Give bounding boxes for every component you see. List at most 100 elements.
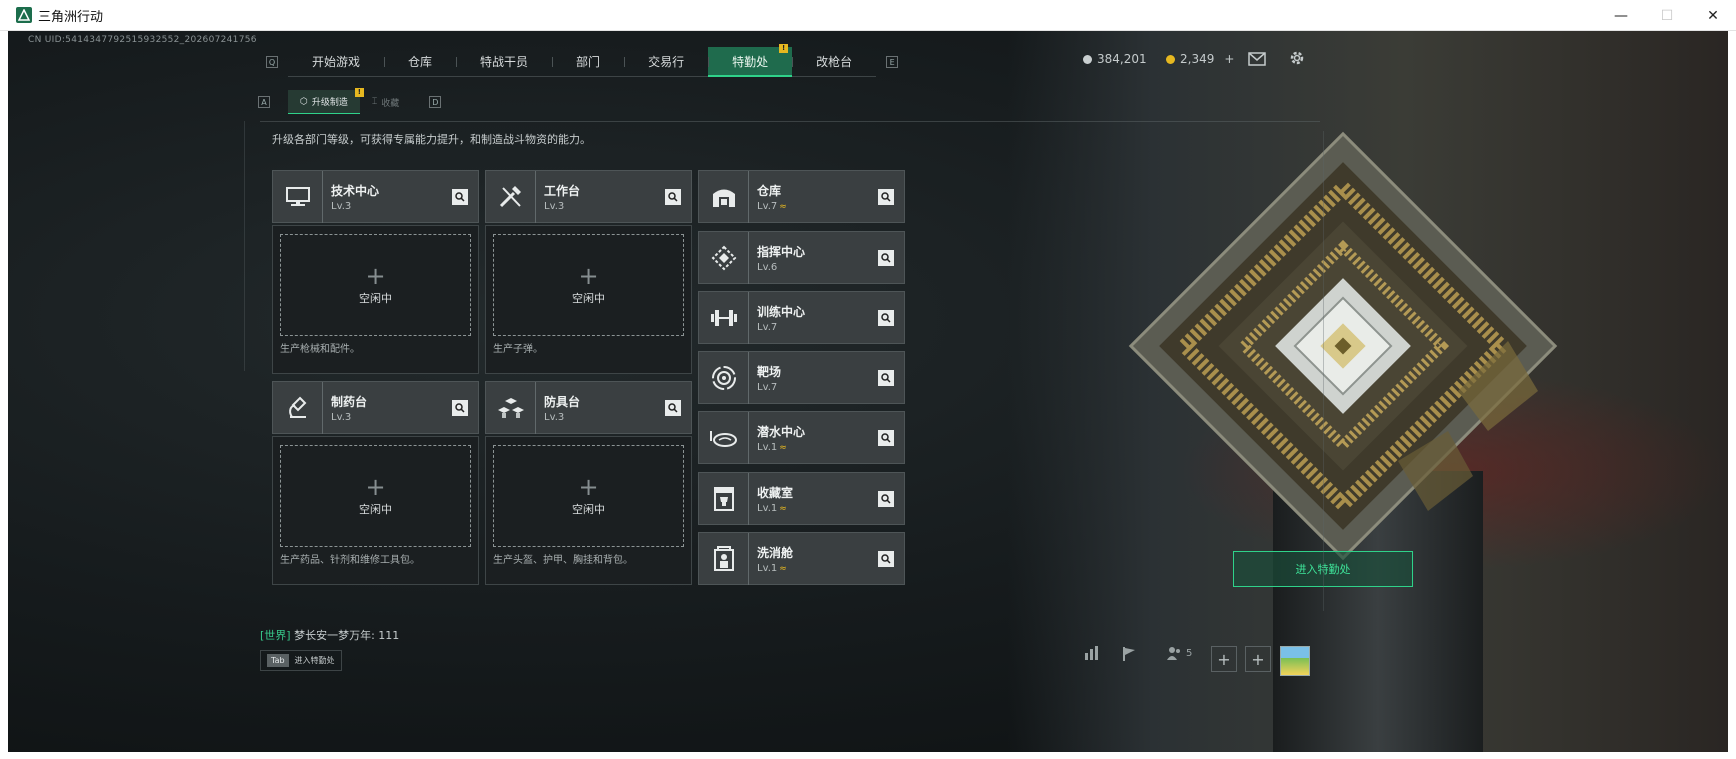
tools-icon (486, 171, 536, 223)
upgrade-available-icon: ≈ (779, 564, 787, 574)
search-icon[interactable] (665, 400, 681, 416)
coin-icon (1083, 54, 1092, 64)
maximize-button[interactable]: ☐ (1644, 0, 1690, 31)
department-card-decontamination[interactable]: 洗消舱 Lv.1 ≈ (698, 532, 905, 585)
sub-prev-key[interactable]: A (258, 96, 270, 108)
upgrade-available-icon: ≈ (779, 504, 787, 514)
department-card-training-center[interactable]: 训练中心 Lv.7 (698, 291, 905, 344)
department-card-command-center[interactable]: 指挥中心 Lv.6 (698, 231, 905, 284)
idle-slot[interactable]: + 空闲中 (280, 445, 471, 547)
subtab-collection[interactable]: ⌶ 收藏 (360, 90, 411, 114)
team-count: 5 (1186, 647, 1193, 659)
idle-slot[interactable]: + 空闲中 (493, 445, 684, 547)
facility-card-tech-center[interactable]: 技术中心 Lv.3 (272, 170, 479, 223)
add-currency-button[interactable]: + (1224, 52, 1234, 66)
search-icon[interactable] (878, 310, 894, 326)
mail-icon[interactable] (1248, 51, 1266, 66)
slot-description: 生产子弹。 (493, 344, 543, 355)
computer-icon (273, 171, 323, 223)
slot-status: 空闲中 (359, 503, 392, 516)
add-icon: + (578, 262, 599, 290)
main-nav: Q 开始游戏 仓库 特战干员 部门 交易行 特勤处 ! 改枪台 E (256, 44, 908, 77)
department-name: 训练中心 (757, 305, 806, 319)
facility-card-pharmacy[interactable]: 制药台 Lv.3 (272, 381, 479, 434)
ticket-amount: 2,349 (1180, 52, 1215, 66)
search-icon[interactable] (878, 491, 894, 507)
player-avatar[interactable] (1280, 646, 1310, 676)
production-slot-pharmacy: + 空闲中 生产药品、针剂和维修工具包。 (272, 436, 479, 585)
tab-departments[interactable]: 部门 (552, 47, 625, 77)
search-icon[interactable] (878, 551, 894, 567)
page-description: 升级各部门等级，可获得专属能力提升，和制造战斗物资的能力。 (272, 133, 591, 146)
facility-card-armor-bench[interactable]: 防具台 Lv.3 (485, 381, 692, 434)
tab-operators[interactable]: 特战干员 (456, 47, 553, 77)
add-icon: + (578, 473, 599, 501)
department-card-shooting-range[interactable]: 靶场 Lv.7 (698, 351, 905, 404)
department-level: Lv.1 ≈ (757, 563, 787, 574)
search-icon[interactable] (878, 250, 894, 266)
search-icon[interactable] (878, 430, 894, 446)
chat-channel: [世界] (260, 629, 291, 642)
special-ops-machine-art (1128, 131, 1558, 561)
department-level: Lv.1 ≈ (757, 503, 787, 514)
search-icon[interactable] (878, 370, 894, 386)
add-teammate-button[interactable]: + (1211, 646, 1237, 672)
department-level: Lv.1 ≈ (757, 442, 787, 453)
subtab-upgrade-craft[interactable]: ⬡ 升级制造 ! (288, 88, 364, 114)
window-title: 三角洲行动 (38, 9, 104, 25)
collection-icon: ⌶ (371, 97, 378, 107)
craft-icon: ⬡ (300, 96, 308, 107)
facility-name: 防具台 (544, 395, 581, 409)
world-chat-message[interactable]: [世界] 梦长安一梦万年: 111 (260, 627, 399, 643)
player-uid: CN UID:5414347792515932552_202607241756 (28, 35, 257, 45)
idle-slot[interactable]: + 空闲中 (493, 234, 684, 336)
department-level: Lv.6 (757, 262, 778, 273)
coin-amount: 384,201 (1097, 52, 1147, 66)
department-card-warehouse[interactable]: 仓库 Lv.7 ≈ (698, 170, 905, 223)
tab-shortcut-hint[interactable]: Tab 进入特勤处 (260, 650, 342, 671)
subtab-upgrade-craft-label: 升级制造 (311, 98, 348, 108)
flag-icon[interactable] (1122, 646, 1136, 662)
department-card-diving-center[interactable]: 潜水中心 Lv.1 ≈ (698, 411, 905, 464)
target-icon (699, 352, 749, 404)
sub-next-key[interactable]: D (429, 96, 442, 108)
minimize-button[interactable]: — (1598, 0, 1644, 31)
command-icon (699, 232, 749, 284)
add-icon: + (365, 262, 386, 290)
tab-start-game[interactable]: 开始游戏 (288, 47, 385, 77)
add-teammate-button[interactable]: + (1245, 646, 1271, 672)
production-slot-workbench: + 空闲中 生产子弹。 (485, 225, 692, 374)
nav-prev-key[interactable]: Q (266, 56, 278, 68)
warehouse-icon (699, 171, 749, 223)
team-members[interactable]: 5 (1166, 646, 1192, 660)
tab-warehouse[interactable]: 仓库 (384, 47, 457, 77)
facility-level: Lv.3 (544, 201, 565, 212)
tab-gunsmith[interactable]: 改枪台 (792, 47, 877, 77)
production-slot-armor-bench: + 空闲中 生产头盔、护甲、胸挂和背包。 (485, 436, 692, 585)
search-icon[interactable] (452, 189, 468, 205)
department-card-collection-room[interactable]: 收藏室 Lv.1 ≈ (698, 472, 905, 525)
facility-card-workbench[interactable]: 工作台 Lv.3 (485, 170, 692, 223)
idle-slot[interactable]: + 空闲中 (280, 234, 471, 336)
department-name: 靶场 (757, 365, 782, 379)
slot-status: 空闲中 (359, 292, 392, 305)
search-icon[interactable] (452, 400, 468, 416)
tab-special-ops[interactable]: 特勤处 ! (708, 44, 793, 77)
game-viewport: CN UID:5414347792515932552_202607241756 … (8, 31, 1728, 752)
window-titlebar: 三角洲行动 — ☐ ✕ (0, 0, 1736, 31)
trophy-case-icon (699, 473, 749, 525)
slot-description: 生产药品、针剂和维修工具包。 (280, 555, 420, 566)
department-level: Lv.7 (757, 322, 778, 333)
close-button[interactable]: ✕ (1690, 0, 1736, 31)
nav-next-key[interactable]: E (886, 56, 899, 68)
department-name: 洗消舱 (757, 546, 794, 560)
facility-level: Lv.3 (331, 201, 352, 212)
search-icon[interactable] (878, 189, 894, 205)
department-name: 潜水中心 (757, 425, 806, 439)
search-icon[interactable] (665, 189, 681, 205)
stats-icon[interactable] (1084, 646, 1100, 660)
settings-gear-icon[interactable] (1288, 49, 1306, 67)
tab-trading[interactable]: 交易行 (624, 47, 709, 77)
department-name: 仓库 (757, 184, 782, 198)
production-slot-tech-center: + 空闲中 生产枪械和配件。 (272, 225, 479, 374)
